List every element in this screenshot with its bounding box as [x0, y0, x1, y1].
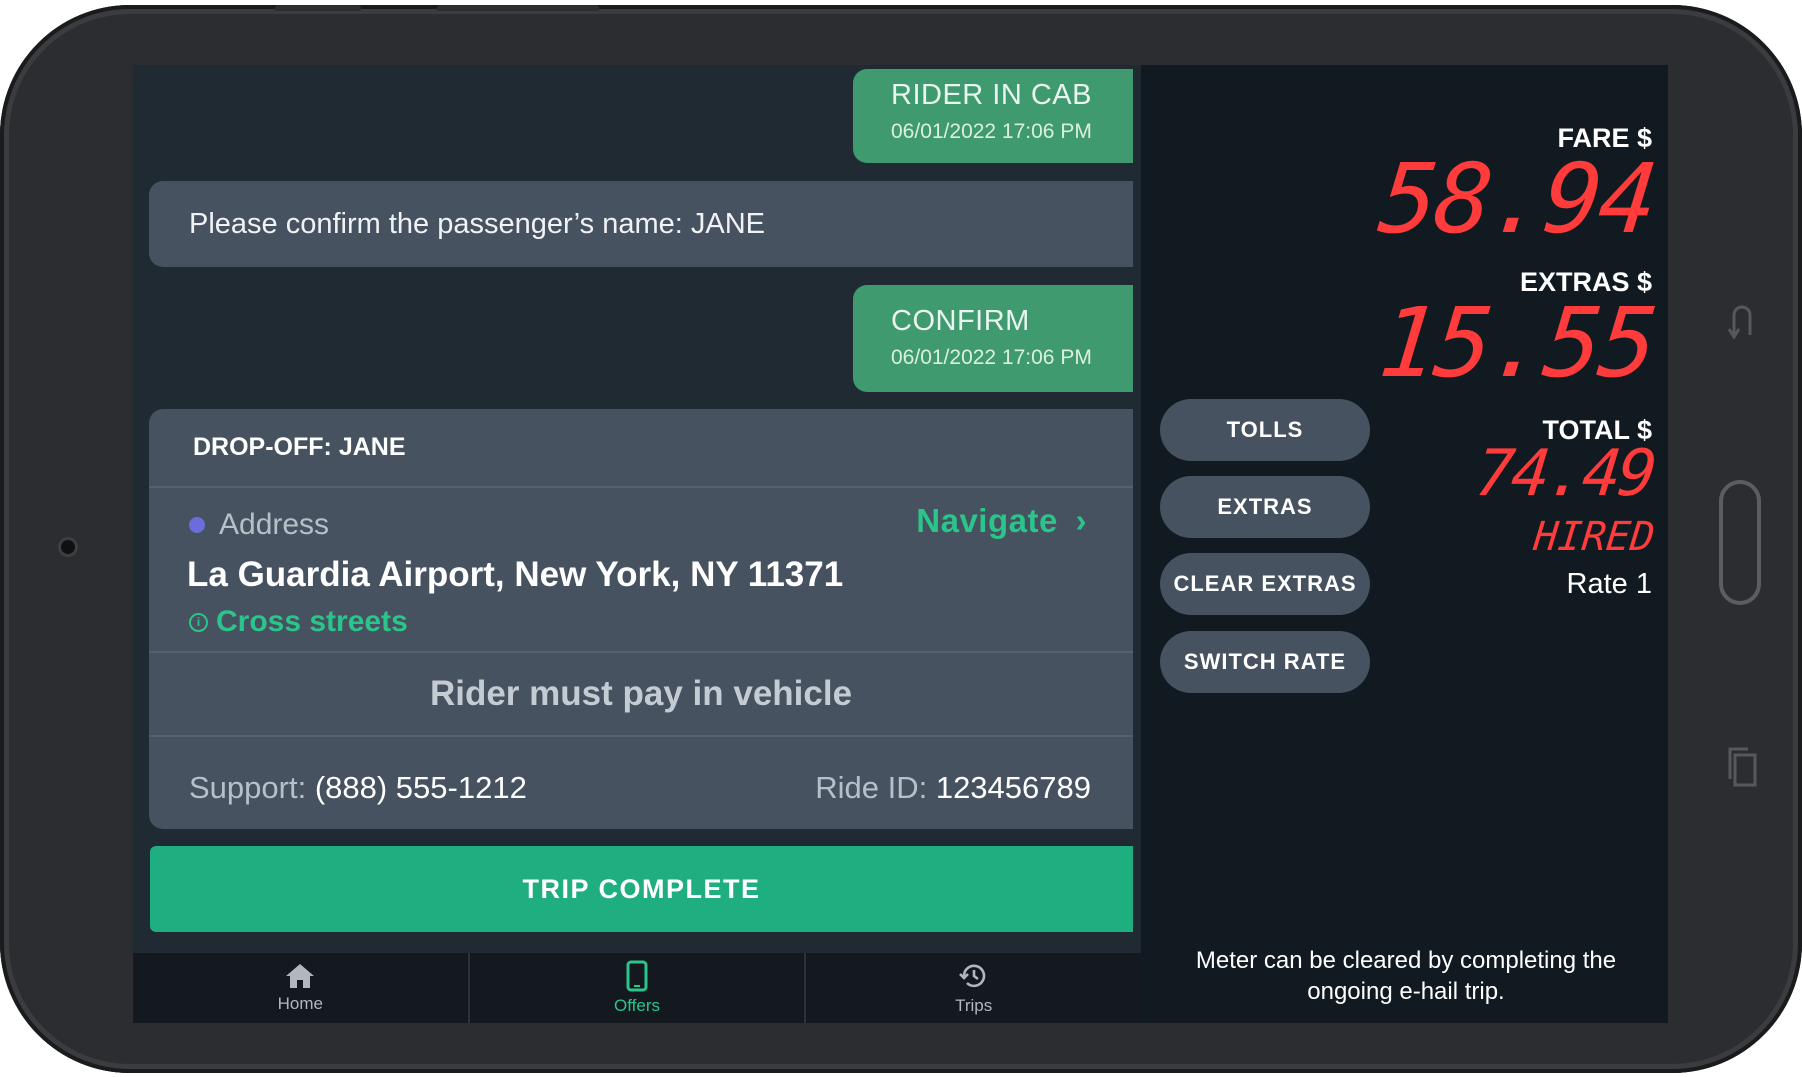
meter-panel: FARE $ 58.94 EXTRAS $ 15.55 TOTAL $ 74.4…	[1141, 65, 1668, 1023]
screen: RIDER IN CAB 06/01/2022 17:06 PM Please …	[133, 65, 1668, 1023]
navigate-label: Navigate	[916, 502, 1058, 539]
chevron-right-icon: ›	[1075, 502, 1087, 539]
payment-note: Rider must pay in vehicle	[149, 653, 1133, 737]
support-info: Support: (888) 555-1212	[189, 770, 527, 806]
support-row: Support: (888) 555-1212 Ride ID: 1234567…	[149, 737, 1133, 829]
support-phone[interactable]: (888) 555-1212	[315, 770, 527, 805]
chat-panel: RIDER IN CAB 06/01/2022 17:06 PM Please …	[133, 65, 1133, 953]
phone-icon	[626, 960, 648, 992]
ride-id-info: Ride ID: 123456789	[815, 770, 1091, 806]
meter-note: Meter can be cleared by completing the o…	[1195, 947, 1617, 1005]
address-label: Address	[219, 508, 330, 541]
fare-value: 58.94	[1374, 143, 1660, 255]
status-bubble-rider-in-cab: RIDER IN CAB 06/01/2022 17:06 PM	[853, 69, 1133, 163]
dropoff-header: DROP-OFF: JANE	[149, 409, 1133, 488]
tablet-frame: RIDER IN CAB 06/01/2022 17:06 PM Please …	[0, 5, 1802, 1073]
address-value: La Guardia Airport, New York, NY 11371	[187, 555, 844, 594]
navigate-link[interactable]: Navigate ›	[916, 502, 1087, 540]
dropoff-card: DROP-OFF: JANE Address Navigate › La Gua…	[149, 409, 1133, 829]
rate-label: Rate 1	[1566, 568, 1652, 600]
ride-id-label: Ride ID:	[815, 770, 928, 805]
extras-value: 15.55	[1374, 287, 1660, 399]
power-button	[437, 5, 599, 11]
cross-streets-link[interactable]: i Cross streets	[189, 605, 408, 639]
history-icon	[958, 964, 985, 988]
total-value: 74.49	[1472, 437, 1658, 511]
message-text: Please confirm the passenger’s name: JAN…	[189, 207, 765, 240]
bubble-time: 06/01/2022 17:06 PM	[891, 346, 1092, 369]
address-dot-icon	[189, 517, 205, 533]
nav-label-offers: Offers	[614, 996, 660, 1015]
trip-complete-button[interactable]: TRIP COMPLETE	[150, 846, 1133, 932]
cross-streets-label: Cross streets	[216, 605, 408, 638]
status-display: HIRED	[1531, 514, 1657, 560]
extras-button[interactable]: EXTRAS	[1160, 476, 1370, 538]
ride-id-value: 123456789	[935, 770, 1091, 805]
nav-item-home[interactable]: Home	[133, 953, 470, 1023]
address-section: Address Navigate › La Guardia Airport, N…	[149, 488, 1133, 653]
tolls-button[interactable]: TOLLS	[1160, 399, 1370, 461]
volume-button	[275, 5, 361, 11]
nav-item-offers[interactable]: Offers	[470, 953, 807, 1023]
bubble-title: CONFIRM	[891, 305, 1030, 337]
recent-apps-key-icon[interactable]	[1726, 745, 1760, 794]
nav-item-trips[interactable]: Trips	[806, 953, 1141, 1023]
info-icon: i	[189, 612, 208, 632]
bottom-nav: Home Offers Trips	[133, 953, 1141, 1023]
nav-label-home: Home	[277, 994, 324, 1013]
back-key-icon[interactable]	[1726, 301, 1756, 346]
clear-extras-button[interactable]: CLEAR EXTRAS	[1160, 553, 1370, 615]
camera	[58, 537, 78, 557]
home-key[interactable]	[1719, 480, 1761, 605]
support-label: Support:	[189, 770, 307, 805]
nav-label-trips: Trips	[955, 996, 993, 1015]
status-bubble-confirm: CONFIRM 06/01/2022 17:06 PM	[853, 285, 1133, 392]
address-label-row: Address	[189, 508, 329, 542]
home-icon	[286, 964, 315, 988]
switch-rate-button[interactable]: SWITCH RATE	[1160, 631, 1370, 693]
bubble-title: RIDER IN CAB	[891, 79, 1092, 111]
bubble-time: 06/01/2022 17:06 PM	[891, 120, 1092, 143]
message-bubble: Please confirm the passenger’s name: JAN…	[149, 181, 1133, 267]
